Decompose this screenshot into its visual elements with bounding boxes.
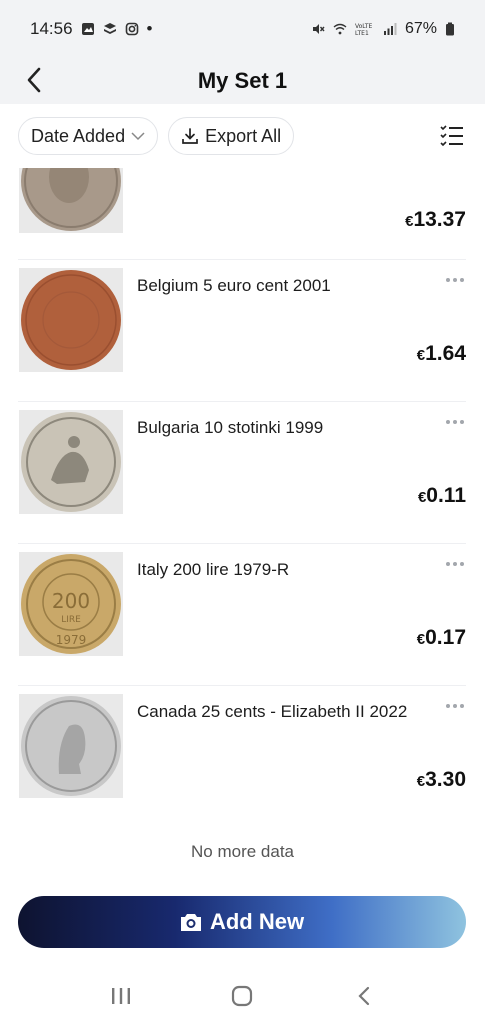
svg-text:200: 200 [52, 589, 90, 613]
item-title: Canada 25 cents - Elizabeth II 2022 [137, 702, 408, 721]
coin-thumbnail[interactable] [19, 168, 123, 233]
item-price: €1.64 [417, 342, 466, 366]
home-button[interactable] [222, 976, 262, 1016]
sort-label: Date Added [31, 125, 126, 146]
more-dot [460, 704, 464, 708]
more-dot [460, 278, 464, 282]
price-value: 1.64 [425, 342, 466, 365]
item-title: Bulgaria 10 stotinki 1999 [137, 418, 324, 437]
add-new-button[interactable]: Add New [18, 896, 466, 948]
coin-image [21, 270, 121, 370]
stack-icon [103, 23, 116, 34]
signal-icon [383, 23, 397, 35]
app-header: My Set 1 [0, 58, 485, 104]
page-title: My Set 1 [197, 68, 288, 93]
more-options-button[interactable] [444, 274, 466, 286]
list-item[interactable]: Bulgaria 10 stotinki 1999 €0.11 [18, 402, 466, 544]
list-item[interactable]: Canada 25 cents - Elizabeth II 2022 €3.3… [18, 686, 466, 818]
export-label: Export All [205, 125, 282, 146]
svg-text:1979: 1979 [56, 633, 87, 647]
back-button[interactable] [18, 62, 50, 98]
add-new-label: Add New [209, 909, 305, 934]
status-left: 14:56 • [30, 19, 153, 39]
battery-icon [446, 22, 454, 36]
svg-text:LIRE: LIRE [61, 615, 81, 625]
item-price: €0.17 [417, 626, 466, 650]
chevron-left-icon [27, 67, 41, 93]
item-title: Italy 200 lire 1979-R [137, 560, 290, 579]
coin-image [21, 696, 121, 796]
more-dot [453, 704, 457, 708]
more-options-button[interactable] [444, 558, 466, 570]
svg-text:LTE1: LTE1 [355, 30, 369, 36]
svg-text:VoLTE: VoLTE [355, 23, 372, 30]
more-dot [453, 278, 457, 282]
export-all-button[interactable]: Export All [168, 117, 295, 155]
coin-list: €13.37 Belgium 5 euro cent 2001 €1.64 Bu… [18, 168, 466, 818]
list-item[interactable]: 200 LIRE 1979 Italy 200 lire 1979-R €0.1… [18, 544, 466, 686]
mute-icon [312, 24, 325, 34]
currency-symbol: € [416, 773, 426, 790]
volte-icon: VoLTELTE1 [355, 23, 372, 36]
more-dot [453, 562, 457, 566]
status-time: 14:56 [30, 19, 73, 38]
more-dot [446, 278, 450, 282]
price-value: 3.30 [425, 768, 466, 791]
wifi-icon [333, 23, 347, 35]
chevron-down-icon [131, 132, 145, 141]
checklist-icon [440, 125, 463, 147]
system-nav-bar [0, 968, 485, 1024]
more-dot [453, 420, 457, 424]
more-dot [460, 420, 464, 424]
status-bar: 14:56 • VoLTE LTE1 67% [0, 0, 485, 58]
currency-symbol: € [416, 631, 426, 648]
recents-button[interactable] [101, 976, 141, 1016]
coin-image [21, 168, 121, 231]
toolbar: Date Added Export All [0, 104, 485, 168]
system-back-button[interactable] [344, 976, 384, 1016]
more-dot [446, 562, 450, 566]
price-value: 0.17 [425, 626, 466, 649]
coin-thumbnail[interactable] [19, 268, 123, 372]
no-more-data-label: No more data [191, 842, 294, 861]
item-price: €13.37 [405, 208, 466, 232]
coin-thumbnail[interactable] [19, 694, 123, 798]
item-price: €0.11 [418, 484, 466, 508]
coin-thumbnail[interactable]: 200 LIRE 1979 [19, 552, 123, 656]
recents-icon [111, 988, 130, 1004]
coin-image: 200 LIRE 1979 [21, 554, 121, 654]
more-dot [460, 562, 464, 566]
status-right: VoLTE LTE1 67% [311, 20, 455, 38]
item-title: Belgium 5 euro cent 2001 [137, 276, 331, 295]
price-value: 13.37 [413, 208, 466, 231]
more-dot [446, 420, 450, 424]
battery-percent: 67% [404, 20, 437, 37]
more-dot [446, 704, 450, 708]
home-icon [232, 985, 253, 1007]
currency-symbol: € [416, 347, 426, 364]
camera-icon [180, 914, 201, 931]
download-icon [182, 128, 198, 144]
list-item[interactable]: Belgium 5 euro cent 2001 €1.64 [18, 260, 466, 402]
price-value: 0.11 [426, 484, 466, 507]
more-options-button[interactable] [444, 700, 466, 712]
item-price: €3.30 [417, 768, 466, 792]
sort-dropdown[interactable]: Date Added [18, 117, 159, 155]
coin-thumbnail[interactable] [19, 410, 123, 514]
status-dot: • [146, 19, 153, 38]
back-icon [358, 986, 370, 1006]
more-options-button[interactable] [444, 416, 466, 428]
coin-image [21, 412, 121, 512]
list-item[interactable]: €13.37 [18, 168, 466, 260]
list-view-button[interactable] [437, 121, 467, 151]
instagram-icon [125, 22, 138, 36]
gallery-icon [81, 23, 94, 35]
